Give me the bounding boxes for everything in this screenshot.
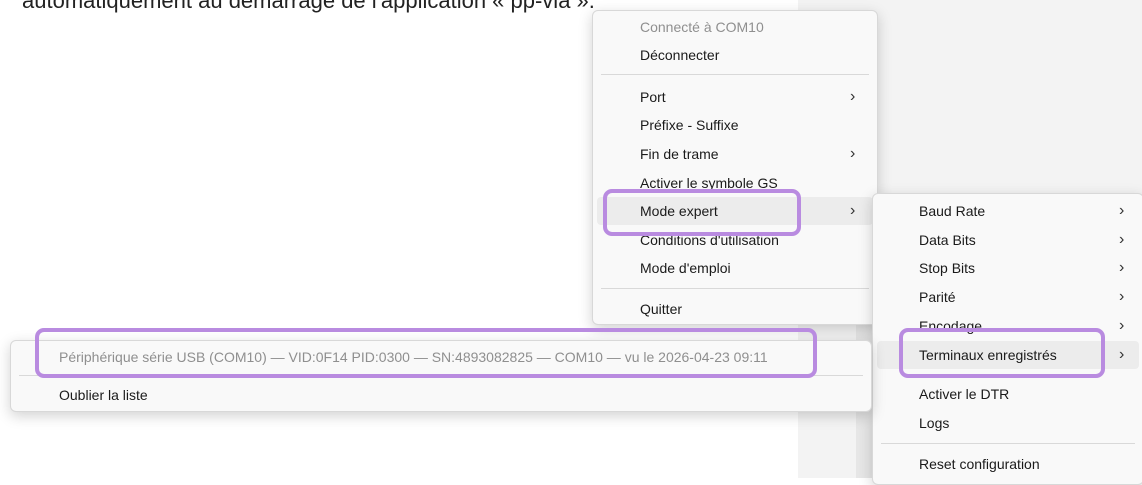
menu-item-enable-gs-symbol[interactable]: Activer le symbole GS bbox=[593, 169, 877, 197]
menu-item-end-of-frame[interactable]: Fin de trame › bbox=[593, 140, 877, 168]
menu-item-label: Parité bbox=[919, 289, 956, 305]
menu-item-label: Mode expert bbox=[640, 203, 718, 219]
menu-item-label: Fin de trame bbox=[640, 146, 719, 162]
menu-item-label: Oublier la liste bbox=[59, 387, 148, 403]
menu-item-label: Mode d'emploi bbox=[640, 260, 731, 276]
menu-item-connected-status: Connecté à COM10 bbox=[593, 13, 877, 41]
menu-item-prefix-suffix[interactable]: Préfixe - Suffixe bbox=[593, 111, 877, 139]
menu-item-disconnect[interactable]: Déconnecter bbox=[593, 41, 877, 69]
menu-item-expert-mode[interactable]: Mode expert › bbox=[597, 197, 873, 225]
menu-separator bbox=[19, 375, 863, 376]
chevron-right-icon: › bbox=[850, 88, 856, 105]
menu-item-stop-bits[interactable]: Stop Bits › bbox=[873, 254, 1142, 282]
menu-item-label: Stop Bits bbox=[919, 260, 976, 276]
menu-item-saved-terminals[interactable]: Terminaux enregistrés › bbox=[877, 341, 1139, 369]
document-text: automatiquement au démarrage de l'applic… bbox=[22, 0, 595, 13]
menu-item-label: Quitter bbox=[640, 301, 683, 317]
menu-item-forget-list[interactable]: Oublier la liste bbox=[11, 381, 871, 409]
menu-item-baud-rate[interactable]: Baud Rate › bbox=[873, 197, 1142, 225]
menu-item-label: Périphérique série USB (COM10) — VID:0F1… bbox=[59, 349, 768, 365]
menu-item-data-bits[interactable]: Data Bits › bbox=[873, 226, 1142, 254]
menu-item-label: Connecté à COM10 bbox=[640, 19, 764, 35]
menu-item-terms-of-use[interactable]: Conditions d'utilisation bbox=[593, 226, 877, 254]
menu-item-user-guide[interactable]: Mode d'emploi bbox=[593, 254, 877, 282]
expert-mode-submenu: Baud Rate › Data Bits › Stop Bits › Pari… bbox=[872, 193, 1142, 485]
menu-item-label: Activer le DTR bbox=[919, 386, 1010, 402]
menu-item-label: Déconnecter bbox=[640, 47, 720, 63]
chevron-right-icon: › bbox=[1119, 346, 1125, 363]
menu-item-label: Conditions d'utilisation bbox=[640, 232, 779, 248]
menu-separator bbox=[881, 443, 1135, 444]
menu-item-enable-dtr[interactable]: Activer le DTR bbox=[873, 380, 1142, 408]
chevron-right-icon: › bbox=[1119, 317, 1125, 334]
menu-item-label: Terminaux enregistrés bbox=[919, 347, 1057, 363]
menu-item-reset-configuration[interactable]: Reset configuration bbox=[873, 450, 1142, 478]
menu-item-quit[interactable]: Quitter bbox=[593, 295, 877, 323]
saved-terminals-submenu: Périphérique série USB (COM10) — VID:0F1… bbox=[10, 340, 872, 412]
menu-item-label: Préfixe - Suffixe bbox=[640, 117, 739, 133]
menu-separator bbox=[601, 74, 869, 75]
chevron-right-icon: › bbox=[850, 202, 856, 219]
menu-item-label: Activer le symbole GS bbox=[640, 175, 778, 191]
menu-item-port[interactable]: Port › bbox=[593, 83, 877, 111]
menu-item-logs[interactable]: Logs bbox=[873, 409, 1142, 437]
menu-item-label: Data Bits bbox=[919, 232, 976, 248]
menu-item-label: Encodage bbox=[919, 318, 983, 334]
chevron-right-icon: › bbox=[850, 145, 856, 162]
chevron-right-icon: › bbox=[1119, 231, 1125, 248]
menu-item-label: Reset configuration bbox=[919, 456, 1040, 472]
menu-item-encoding[interactable]: Encodage › bbox=[873, 312, 1142, 340]
chevron-right-icon: › bbox=[1119, 288, 1125, 305]
menu-item-label: Logs bbox=[919, 415, 950, 431]
menu-item-parity[interactable]: Parité › bbox=[873, 283, 1142, 311]
chevron-right-icon: › bbox=[1119, 202, 1125, 219]
menu-separator bbox=[601, 288, 869, 289]
menu-item-label: Port bbox=[640, 89, 666, 105]
menu-item-label: Baud Rate bbox=[919, 203, 986, 219]
menu-item-saved-terminal-entry: Périphérique série USB (COM10) — VID:0F1… bbox=[11, 343, 871, 371]
main-context-menu: Connecté à COM10 Déconnecter Port › Préf… bbox=[592, 10, 878, 325]
chevron-right-icon: › bbox=[1119, 259, 1125, 276]
